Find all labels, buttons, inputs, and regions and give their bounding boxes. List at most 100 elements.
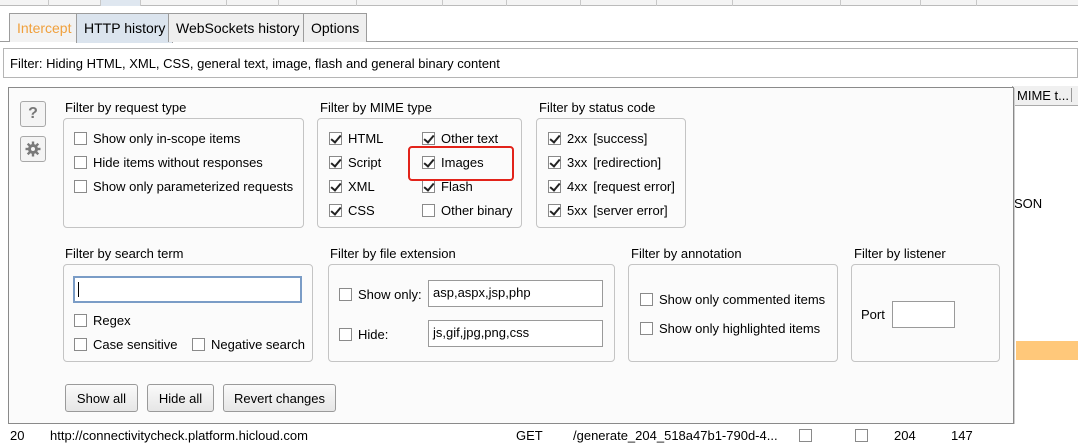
highlighted-label: Show only highlighted items <box>659 321 821 336</box>
table-row[interactable]: 20 http://connectivitycheck.platform.hic… <box>0 424 1078 448</box>
mime-css-label: CSS <box>348 203 375 218</box>
status-code-title: Filter by status code <box>539 100 656 115</box>
row-url: /generate_204_518a47b1-790d-4... <box>573 428 778 443</box>
parameterized-checkbox[interactable] <box>74 180 87 193</box>
status-2xx-option[interactable]: 2xx [success] <box>548 131 647 146</box>
tab-http-history[interactable]: HTTP history <box>76 13 174 43</box>
table-cell-fragment: SON <box>1014 196 1043 211</box>
case-sensitive-label: Case sensitive <box>93 337 178 352</box>
mime-css-option[interactable]: CSS <box>329 203 375 218</box>
column-header-label: MIME t... <box>1017 88 1069 103</box>
regex-checkbox[interactable] <box>74 314 87 327</box>
mime-other-text-checkbox[interactable] <box>422 132 435 145</box>
status-4xx-option[interactable]: 4xx [request error] <box>548 179 675 194</box>
gear-icon-graphic <box>25 141 41 157</box>
mime-html-checkbox[interactable] <box>329 132 342 145</box>
mime-html-label: HTML <box>348 131 384 146</box>
status-3xx-option[interactable]: 3xx [redirection] <box>548 155 661 170</box>
mime-xml-label: XML <box>348 179 375 194</box>
regex-option[interactable]: Regex <box>74 313 131 328</box>
commented-checkbox[interactable] <box>640 293 653 306</box>
highlighted-option[interactable]: Show only highlighted items <box>640 321 820 336</box>
column-header-mime-type[interactable]: MIME t... <box>1012 86 1078 106</box>
status-3xx-checkbox[interactable] <box>548 156 561 169</box>
revert-changes-button[interactable]: Revert changes <box>223 384 336 412</box>
show-only-ext-input[interactable]: asp,aspx,jsp,php <box>428 280 603 307</box>
request-type-title: Filter by request type <box>65 100 187 115</box>
hide-ext-checkbox[interactable] <box>339 328 352 341</box>
in-scope-label: Show only in-scope items <box>93 131 241 146</box>
mime-other-binary-label: Other binary <box>441 203 513 218</box>
commented-option[interactable]: Show only commented items <box>640 292 825 307</box>
file-extension-title: Filter by file extension <box>330 246 456 261</box>
mime-xml-checkbox[interactable] <box>329 180 342 193</box>
row-status: 204 <box>894 428 916 443</box>
mime-script-option[interactable]: Script <box>329 155 381 170</box>
proxy-tab-bar: Intercept HTTP history WebSockets histor… <box>0 6 1078 43</box>
case-sensitive-checkbox[interactable] <box>74 338 87 351</box>
file-extension-group <box>328 264 615 362</box>
hide-all-button[interactable]: Hide all <box>147 384 214 412</box>
hide-ext-option[interactable]: Hide: <box>339 327 388 342</box>
status-2xx-checkbox[interactable] <box>548 132 561 145</box>
mime-script-checkbox[interactable] <box>329 156 342 169</box>
row-index: 20 <box>10 428 25 443</box>
negative-search-checkbox[interactable] <box>192 338 205 351</box>
show-only-ext-checkbox[interactable] <box>339 288 352 301</box>
row-params-checkbox[interactable] <box>799 429 812 442</box>
status-5xx-checkbox[interactable] <box>548 204 561 217</box>
negative-search-label: Negative search <box>211 337 305 352</box>
status-2xx-code: 2xx <box>567 131 588 146</box>
hide-no-response-checkbox[interactable] <box>74 156 87 169</box>
negative-search-option[interactable]: Negative search <box>192 337 305 352</box>
status-4xx-checkbox[interactable] <box>548 180 561 193</box>
show-only-ext-option[interactable]: Show only: <box>339 287 422 302</box>
mime-flash-option[interactable]: Flash <box>422 179 473 194</box>
search-term-title: Filter by search term <box>65 246 184 261</box>
port-label: Port <box>861 307 885 322</box>
in-scope-checkbox[interactable] <box>74 132 87 145</box>
gear-icon[interactable] <box>20 136 46 162</box>
tab-options[interactable]: Options <box>303 13 368 42</box>
images-highlight-annotation <box>408 146 514 181</box>
hide-no-response-option[interactable]: Hide items without responses <box>74 155 263 170</box>
parameterized-option[interactable]: Show only parameterized requests <box>74 179 293 194</box>
status-3xx-desc: [redirection] <box>593 155 662 170</box>
mime-xml-option[interactable]: XML <box>329 179 375 194</box>
hide-ext-label: Hide: <box>358 327 389 342</box>
parameterized-label: Show only parameterized requests <box>93 179 294 194</box>
row-edited-checkbox[interactable] <box>855 429 868 442</box>
help-icon-glyph: ? <box>28 105 38 122</box>
mime-flash-label: Flash <box>441 179 473 194</box>
status-2xx-desc: [success] <box>593 131 648 146</box>
status-5xx-desc: [server error] <box>593 203 668 218</box>
case-sensitive-option[interactable]: Case sensitive <box>74 337 178 352</box>
hide-ext-input[interactable]: js,gif,jpg,png,css <box>428 320 603 347</box>
in-scope-option[interactable]: Show only in-scope items <box>74 131 240 146</box>
mime-other-binary-option[interactable]: Other binary <box>422 203 513 218</box>
row-method: GET <box>516 428 543 443</box>
mime-css-checkbox[interactable] <box>329 204 342 217</box>
help-icon[interactable]: ? <box>20 101 46 127</box>
tab-intercept[interactable]: Intercept <box>9 13 80 42</box>
annotation-title: Filter by annotation <box>631 246 742 261</box>
port-input[interactable] <box>892 301 955 328</box>
mime-flash-checkbox[interactable] <box>422 180 435 193</box>
status-4xx-desc: [request error] <box>593 179 675 194</box>
show-only-ext-label: Show only: <box>358 287 422 302</box>
highlighted-checkbox[interactable] <box>640 322 653 335</box>
status-4xx-code: 4xx <box>567 179 588 194</box>
text-cursor <box>78 282 79 297</box>
search-term-input[interactable] <box>73 276 302 303</box>
regex-label: Regex <box>93 313 131 328</box>
filter-summary-bar[interactable]: Filter: Hiding HTML, XML, CSS, general t… <box>3 48 1078 78</box>
show-all-button[interactable]: Show all <box>65 384 138 412</box>
mime-other-text-label: Other text <box>441 131 499 146</box>
column-separator[interactable] <box>1071 88 1072 102</box>
mime-html-option[interactable]: HTML <box>329 131 383 146</box>
row-host: http://connectivitycheck.platform.hiclou… <box>50 428 308 443</box>
mime-other-text-option[interactable]: Other text <box>422 131 498 146</box>
mime-other-binary-checkbox[interactable] <box>422 204 435 217</box>
tab-websockets-history[interactable]: WebSockets history <box>168 13 308 42</box>
status-5xx-option[interactable]: 5xx [server error] <box>548 203 668 218</box>
